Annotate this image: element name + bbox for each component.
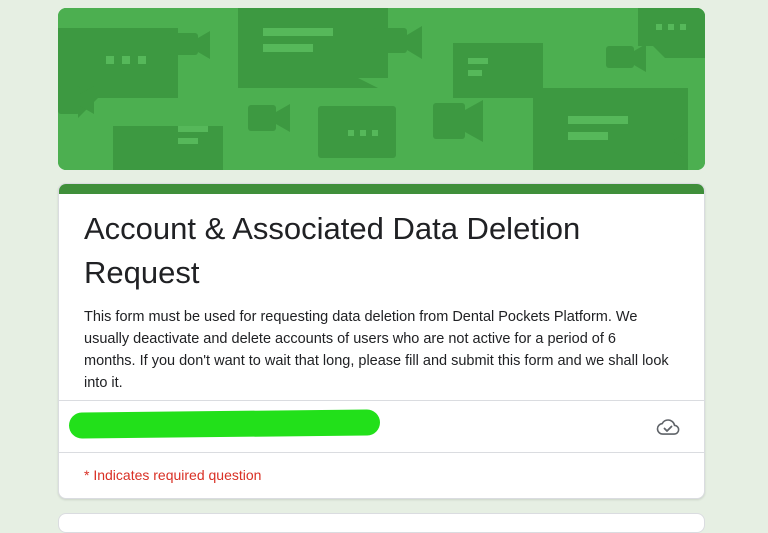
redacted-account-email [68,409,381,439]
required-question-note: * Indicates required question [84,467,262,483]
card-accent-bar [59,184,704,194]
next-question-card [58,513,705,533]
form-description: This form must be used for requesting da… [84,309,669,391]
header-banner [58,8,705,170]
account-row [59,401,704,452]
banner-pattern-image [58,8,705,170]
form-title: Account & Associated Data Deletion Reque… [84,211,581,290]
cloud-done-icon [656,419,680,435]
divider [59,452,704,453]
form-header-card: Account & Associated Data Deletion Reque… [58,183,705,499]
